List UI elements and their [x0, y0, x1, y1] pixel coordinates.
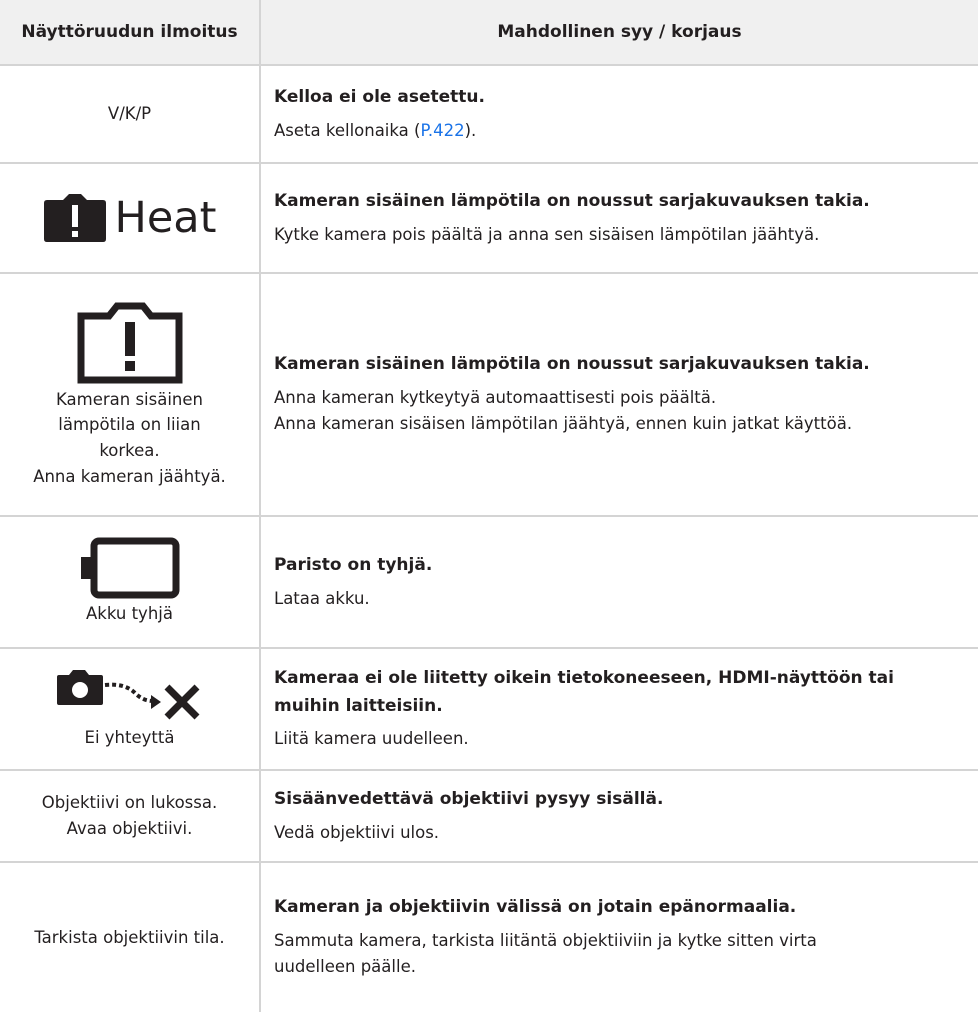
heat-label: Heat: [114, 192, 217, 243]
battery-empty-icon: [80, 537, 179, 599]
cause-text: Paristo on tyhjä.: [274, 555, 433, 576]
page-reference-link[interactable]: P.422: [420, 121, 464, 140]
cause-fix-cell: Kameraa ei ole liitetty oikein tietokone…: [260, 647, 978, 770]
indicator-line: korkea.: [99, 441, 160, 460]
cause-fix-cell: Kelloa ei ole asetettu. Aseta kellonaika…: [260, 65, 978, 163]
cause-text: Kameran ja objektiivin välissä on jotain…: [274, 897, 797, 918]
cause-fix-cell: Kameran sisäinen lämpötila on noussut sa…: [260, 162, 978, 273]
indicator-cell: Heat: [0, 162, 261, 273]
table-row: Kameran sisäinen lämpötila on liian kork…: [0, 272, 978, 516]
indicator-text: Akku tyhjä: [86, 604, 173, 624]
table-row: V/K/P Kelloa ei ole asetettu. Aseta kell…: [0, 65, 978, 163]
fix-text: Aseta kellonaika (P.422).: [274, 120, 477, 140]
indicator-cell: V/K/P: [0, 65, 261, 163]
cause-text: Kameran sisäinen lämpötila on noussut sa…: [274, 354, 870, 375]
indicator-line: lämpötila on liian: [58, 415, 201, 435]
table-row: Ei yhteyttä Kameraa ei ole liitetty oike…: [0, 647, 978, 770]
header-indicator: Näyttöruudun ilmoitus: [0, 0, 261, 66]
table-header-row: Näyttöruudun ilmoitus Mahdollinen syy / …: [0, 0, 978, 66]
cause-fix-cell: Kameran ja objektiivin välissä on jotain…: [260, 861, 978, 1012]
indicator-line: Anna kameran jäähtyä.: [33, 466, 226, 486]
camera-warning-outline-icon: [77, 302, 182, 384]
indicator-text: Tarkista objektiivin tila.: [34, 927, 225, 947]
camera-warning-icon: [43, 194, 106, 242]
cause-fix-cell: Sisäänvedettävä objektiivi pysyy sisällä…: [260, 769, 978, 862]
header-cause-fix: Mahdollinen syy / korjaus: [260, 0, 978, 66]
fix-text: Liitä kamera uudelleen.: [274, 729, 469, 749]
cause-fix-cell: Kameran sisäinen lämpötila on noussut sa…: [260, 272, 978, 516]
indicator-cell: Objektiivi on lukossa. Avaa objektiivi.: [0, 769, 261, 862]
table-row: Tarkista objektiivin tila. Kameran ja ob…: [0, 861, 978, 1012]
fix-text: Kytke kamera pois päältä ja anna sen sis…: [274, 224, 820, 244]
indicator-cell: Kameran sisäinen lämpötila on liian kork…: [0, 272, 261, 516]
indicator-line: Objektiivi on lukossa.: [41, 793, 218, 813]
fix-text: Lataa akku.: [274, 588, 370, 608]
indicator-text: Ei yhteyttä: [84, 728, 175, 748]
indicator-text: V/K/P: [107, 104, 152, 124]
fix-text: Anna kameran kytkeytyä automaattisesti p…: [274, 387, 853, 434]
cause-text: Kelloa ei ole asetettu.: [274, 87, 485, 108]
error-message-table: Näyttöruudun ilmoitus Mahdollinen syy / …: [0, 0, 978, 1012]
table-row: Akku tyhjä Paristo on tyhjä. Lataa akku.: [0, 515, 978, 648]
cause-text: Kameraa ei ole liitetty oikein tietokone…: [274, 668, 894, 716]
indicator-cell: Tarkista objektiivin tila.: [0, 861, 261, 1012]
fix-text: Vedä objektiivi ulos.: [274, 822, 440, 842]
heat-indicator: Heat: [0, 193, 259, 243]
indicator-cell: Ei yhteyttä: [0, 647, 261, 770]
table-row: Objektiivi on lukossa. Avaa objektiivi. …: [0, 769, 978, 862]
indicator-cell: Akku tyhjä: [0, 515, 261, 648]
table-row: Heat Kameran sisäinen lämpötila on nouss…: [0, 162, 978, 273]
no-connection-icon: [56, 670, 199, 720]
cause-text: Kameran sisäinen lämpötila on noussut sa…: [274, 191, 870, 212]
indicator-line: Kameran sisäinen: [55, 389, 203, 409]
indicator-line: Avaa objektiivi.: [66, 819, 193, 838]
cause-text: Sisäänvedettävä objektiivi pysyy sisällä…: [274, 789, 664, 810]
fix-text: Sammuta kamera, tarkista liitäntä objekt…: [274, 930, 817, 977]
cause-fix-cell: Paristo on tyhjä. Lataa akku.: [260, 515, 978, 648]
